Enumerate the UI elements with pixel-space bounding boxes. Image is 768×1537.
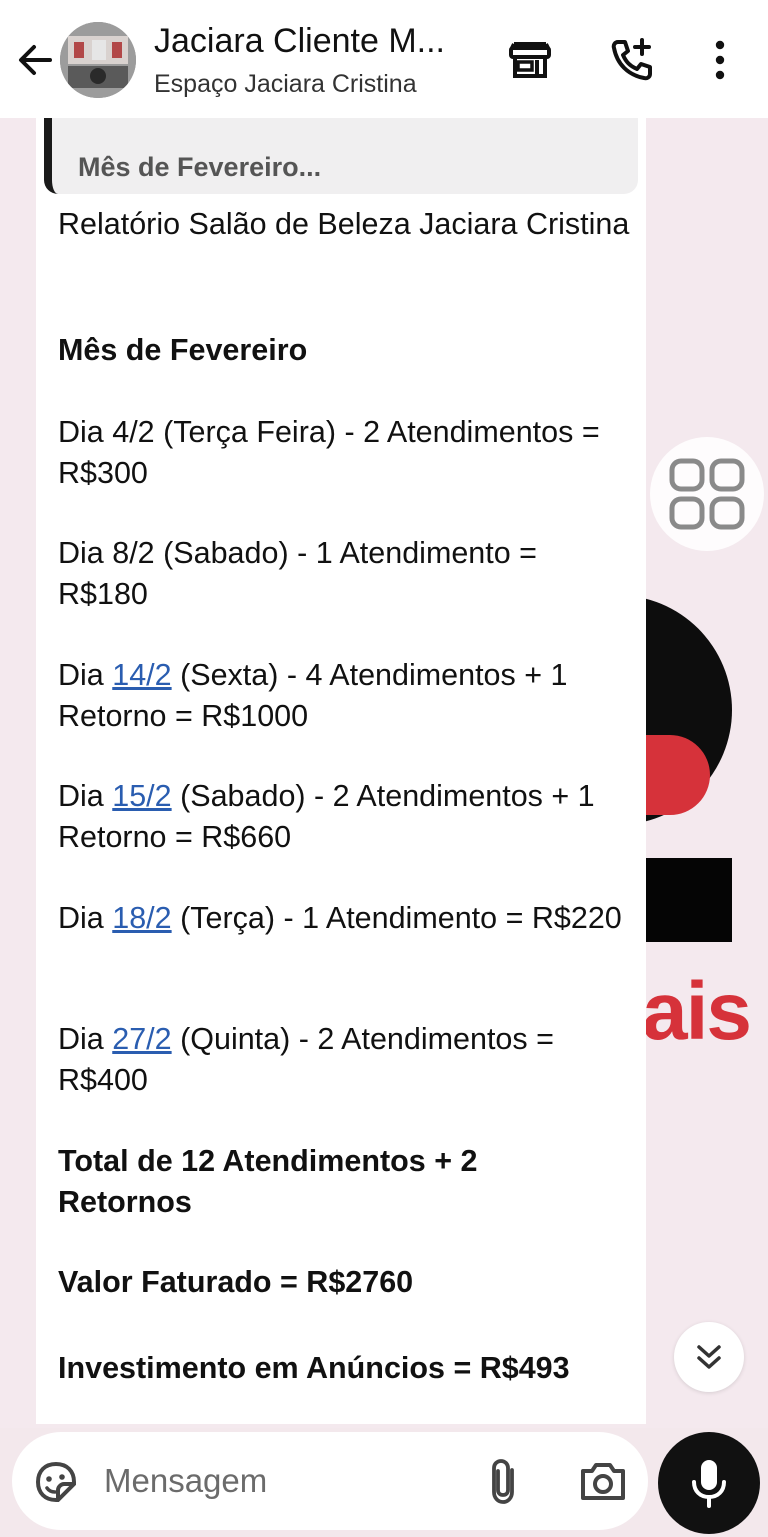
- report-billed: Valor Faturado = R$2760: [58, 1265, 414, 1299]
- sticker-icon[interactable]: [32, 1458, 80, 1506]
- contact-avatar[interactable]: [60, 22, 136, 98]
- entry-date-link[interactable]: 14/2: [112, 658, 171, 692]
- entry-date-link[interactable]: 18/2: [112, 901, 171, 935]
- back-arrow-icon[interactable]: [14, 40, 56, 80]
- entry-line: Dia 14/2 (Sexta) - 4 Atendimentos + 1 Re…: [58, 655, 633, 736]
- entry-details: (Terça) - 1 Atendimento = R$220: [171, 901, 622, 935]
- wallpaper-partial-text: ais: [642, 966, 752, 1057]
- voice-record-button[interactable]: [658, 1432, 760, 1534]
- apps-grid-icon: [669, 458, 745, 530]
- entry-line: Dia 8/2 (Sabado) - 1 Atendimento = R$180: [58, 533, 633, 614]
- entry-line: Dia 18/2 (Terça) - 1 Atendimento = R$220: [58, 898, 633, 939]
- entry-prefix: Dia: [58, 536, 113, 570]
- message-bubble[interactable]: Mês de Fevereiro... Relatório Salão de B…: [36, 118, 646, 1424]
- wallpaper-decoration-block: [640, 858, 732, 942]
- entry-prefix: Dia: [58, 779, 113, 813]
- entry-line: Dia 27/2 (Quinta) - 2 Atendimentos = R$4…: [58, 1019, 633, 1100]
- double-chevron-down-icon: [697, 1345, 721, 1369]
- message-input[interactable]: Mensagem: [104, 1462, 267, 1500]
- report-total: Total de 12 Atendimentos + 2 Retornos: [58, 1144, 478, 1219]
- entry-date-link[interactable]: 27/2: [112, 1022, 171, 1056]
- entry-date: 4/2: [112, 415, 155, 449]
- message-composer[interactable]: Mensagem: [12, 1432, 648, 1530]
- entry-date: 8/2: [112, 536, 155, 570]
- attach-icon[interactable]: [484, 1456, 524, 1506]
- report-title: Relatório Salão de Beleza Jaciara Cristi…: [58, 207, 630, 241]
- entry-prefix: Dia: [58, 658, 113, 692]
- entry-prefix: Dia: [58, 415, 113, 449]
- entry-line: Dia 4/2 (Terça Feira) - 2 Atendimentos =…: [58, 412, 633, 493]
- entry-date-link[interactable]: 15/2: [112, 779, 171, 813]
- entry-prefix: Dia: [58, 1022, 113, 1056]
- chat-title[interactable]: Jaciara Cliente M...: [154, 22, 474, 61]
- report-ads: Investimento em Anúncios = R$493: [58, 1351, 570, 1385]
- more-vertical-icon[interactable]: [698, 36, 746, 84]
- quoted-message[interactable]: Mês de Fevereiro...: [44, 118, 638, 194]
- camera-icon[interactable]: [578, 1456, 628, 1506]
- entry-line: Dia 15/2 (Sabado) - 2 Atendimentos + 1 R…: [58, 776, 633, 857]
- report-month: Mês de Fevereiro: [58, 333, 308, 367]
- chat-header: Jaciara Cliente M... Espaço Jaciara Cris…: [0, 0, 768, 118]
- chat-subtitle[interactable]: Espaço Jaciara Cristina: [154, 70, 417, 99]
- scroll-to-bottom-button[interactable]: [674, 1322, 744, 1392]
- store-icon[interactable]: [506, 36, 554, 84]
- quoted-message-text: Mês de Fevereiro...: [78, 152, 322, 182]
- entry-prefix: Dia: [58, 901, 113, 935]
- mic-icon: [692, 1460, 726, 1508]
- add-call-icon[interactable]: [608, 36, 656, 84]
- apps-grid-button[interactable]: [650, 437, 764, 551]
